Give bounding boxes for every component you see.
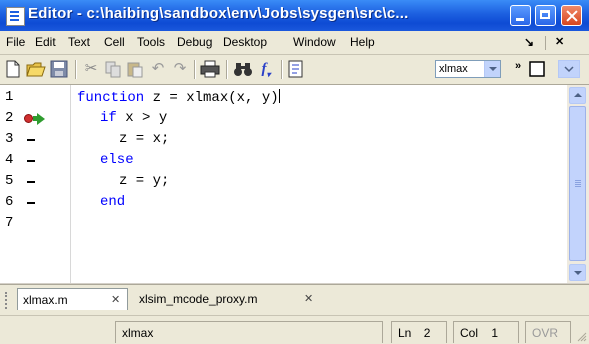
function-fx-icon[interactable]: f▾ — [257, 60, 275, 79]
code-keyword: else — [100, 152, 134, 168]
menu-debug[interactable]: Debug — [177, 35, 212, 49]
close-tab-icon[interactable]: ✕ — [111, 289, 120, 311]
show-functions-icon[interactable] — [287, 60, 305, 78]
menu-divider — [545, 36, 546, 50]
breakpoint-dash[interactable] — [27, 202, 35, 204]
code-line[interactable]: 1 function z = xlmax(x, y) — [0, 87, 567, 108]
toolbar-divider — [281, 60, 283, 79]
vertical-scrollbar[interactable] — [567, 85, 589, 283]
code-keyword: end — [100, 194, 126, 210]
new-file-icon[interactable] — [4, 60, 22, 78]
menu-window[interactable]: Window — [293, 35, 336, 49]
chevron-down-icon[interactable] — [484, 61, 500, 77]
line-number: 6 — [5, 194, 14, 210]
undock-button[interactable]: ↘ — [524, 35, 534, 49]
grip-icon[interactable] — [5, 292, 10, 309]
menu-file[interactable]: File — [6, 35, 25, 49]
toolbar-divider — [194, 60, 196, 79]
code-line[interactable]: 4 else — [0, 150, 567, 171]
title-bar: Editor - c:\haibing\sandbox\env\Jobs\sys… — [0, 0, 589, 31]
scroll-up-button[interactable] — [569, 87, 586, 104]
status-bar: xlmax Ln 2 Col 1 OVR — [0, 315, 589, 344]
toolbar-divider — [75, 60, 77, 79]
code-text: z = x; — [119, 131, 170, 147]
resize-grip-icon[interactable] — [577, 332, 587, 342]
scrollbar-thumb[interactable] — [569, 106, 586, 261]
menu-desktop[interactable]: Desktop — [223, 35, 267, 49]
paste-icon[interactable] — [126, 60, 144, 78]
close-document-button[interactable]: ✕ — [555, 35, 564, 48]
close-tab-icon[interactable]: ✕ — [304, 288, 313, 310]
menu-bar: File Edit Text Cell Tools Debug Desktop … — [0, 31, 589, 55]
menu-text[interactable]: Text — [68, 35, 90, 49]
code-text: x > y — [116, 110, 168, 126]
status-column-label: Col — [460, 326, 479, 340]
function-select-value: xlmax — [439, 63, 468, 75]
line-number: 2 — [5, 110, 14, 126]
toolbar: ✂ ↶ ↷ f▾ xlmax » — [0, 55, 589, 85]
tab-xlmax[interactable]: xlmax.m ✕ — [17, 288, 128, 310]
maximize-button[interactable] — [535, 5, 556, 26]
window-title: Editor - c:\haibing\sandbox\env\Jobs\sys… — [28, 5, 409, 22]
code-editor[interactable]: 1 function z = xlmax(x, y) 2 if x > y 3 … — [0, 85, 567, 283]
breakpoint-dash[interactable] — [27, 181, 35, 183]
code-keyword: function — [77, 90, 145, 106]
status-line-value: 2 — [423, 326, 431, 340]
find-binoculars-icon[interactable] — [233, 60, 252, 78]
code-line[interactable]: 3 z = x; — [0, 129, 567, 150]
minimize-button[interactable] — [510, 5, 531, 26]
scroll-down-button[interactable] — [569, 264, 586, 281]
cut-icon[interactable]: ✂ — [82, 60, 100, 78]
line-number: 5 — [5, 173, 14, 189]
tab-label: xlsim_mcode_proxy.m — [139, 292, 258, 306]
line-number: 4 — [5, 152, 14, 168]
status-column-value: 1 — [491, 326, 499, 340]
code-line[interactable]: 7 — [0, 213, 567, 234]
close-button[interactable] — [561, 5, 582, 26]
code-text: z = y; — [119, 173, 170, 189]
code-line[interactable]: 6 end — [0, 192, 567, 213]
code-keyword: if — [100, 110, 117, 126]
menu-help[interactable]: Help — [350, 35, 375, 49]
menu-edit[interactable]: Edit — [35, 35, 56, 49]
code-line[interactable]: 5 z = y; — [0, 171, 567, 192]
code-text: z = xlmax(x, y) — [144, 90, 279, 106]
menu-tools[interactable]: Tools — [137, 35, 165, 49]
status-line: Ln 2 — [391, 321, 447, 343]
status-overwrite: OVR — [525, 321, 571, 343]
undo-icon[interactable]: ↶ — [149, 60, 167, 78]
tab-label: xlmax.m — [23, 293, 68, 307]
toolbar-overflow-button[interactable]: » — [509, 57, 527, 75]
document-tab-bar: xlmax.m ✕ xlsim_mcode_proxy.m ✕ — [0, 284, 589, 315]
open-folder-icon[interactable] — [26, 60, 46, 78]
line-number: 3 — [5, 131, 14, 147]
line-number: 7 — [5, 215, 14, 231]
line-number: 1 — [5, 89, 14, 105]
tab-xlsim-mcode-proxy[interactable]: xlsim_mcode_proxy.m ✕ — [134, 288, 335, 310]
save-icon[interactable] — [50, 60, 68, 78]
text-caret — [278, 89, 280, 103]
status-function: xlmax — [115, 321, 383, 343]
grip-icon — [575, 180, 581, 181]
breakpoint-icon[interactable] — [24, 114, 33, 123]
code-line[interactable]: 2 if x > y — [0, 108, 567, 129]
breakpoint-dash[interactable] — [27, 160, 35, 162]
print-icon[interactable] — [200, 60, 220, 78]
status-column: Col 1 — [453, 321, 519, 343]
copy-icon[interactable] — [104, 60, 122, 78]
editor-app-icon[interactable] — [6, 7, 25, 26]
breakpoint-dash[interactable] — [27, 139, 35, 141]
menu-cell[interactable]: Cell — [104, 35, 125, 49]
status-line-label: Ln — [398, 326, 412, 340]
current-line-arrow-icon — [37, 113, 45, 125]
chevron-down-icon[interactable] — [558, 60, 580, 78]
toolbar-divider — [226, 60, 228, 79]
dock-square-icon[interactable] — [528, 60, 546, 78]
redo-icon[interactable]: ↷ — [171, 60, 189, 78]
function-select[interactable]: xlmax — [435, 60, 501, 78]
